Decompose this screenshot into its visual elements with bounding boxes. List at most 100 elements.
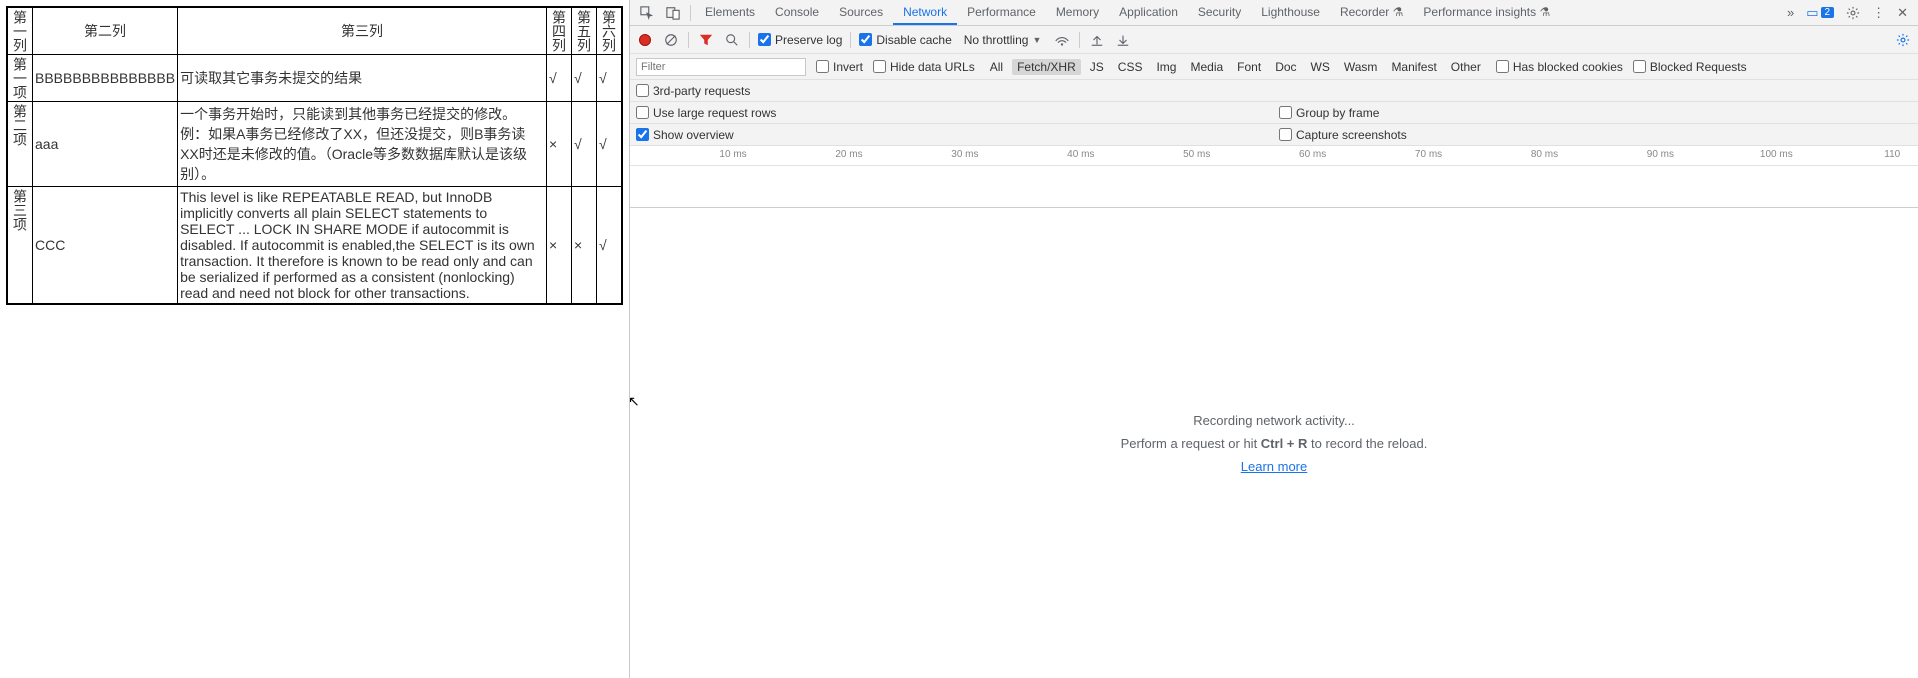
cell: √ xyxy=(572,102,597,187)
col-header-5: 第五列 xyxy=(572,7,597,55)
tick: 80 ms xyxy=(1531,149,1558,160)
tab-lighthouse[interactable]: Lighthouse xyxy=(1251,0,1330,25)
tick: 110 xyxy=(1884,149,1900,160)
pill-ws[interactable]: WS xyxy=(1306,59,1335,75)
network-settings-gear-icon[interactable] xyxy=(1894,31,1912,49)
pill-other[interactable]: Other xyxy=(1446,59,1486,75)
export-har-icon[interactable] xyxy=(1114,31,1132,49)
separator xyxy=(749,32,750,48)
show-overview-checkbox[interactable]: Show overview xyxy=(636,128,734,142)
pill-all[interactable]: All xyxy=(985,59,1008,75)
disable-cache-checkbox[interactable]: Disable cache xyxy=(859,33,951,47)
filter-input[interactable] xyxy=(636,58,806,76)
pill-manifest[interactable]: Manifest xyxy=(1386,59,1441,75)
col-header-6: 第六列 xyxy=(597,7,623,55)
tick: 100 ms xyxy=(1760,149,1793,160)
search-icon[interactable] xyxy=(723,31,741,49)
cell: 一个事务开始时，只能读到其他事务已经提交的修改。 例：如果A事务已经修改了XX，… xyxy=(178,102,547,187)
hide-data-urls-checkbox[interactable]: Hide data URLs xyxy=(873,60,975,74)
filter-bar-secondary: 3rd-party requests xyxy=(630,80,1918,102)
large-rows-checkbox[interactable]: Use large request rows xyxy=(636,106,776,120)
kebab-menu-icon[interactable]: ⋮ xyxy=(1866,0,1891,25)
timeline-ruler: 10 ms 20 ms 30 ms 40 ms 50 ms 60 ms 70 m… xyxy=(630,146,1918,166)
separator xyxy=(1079,32,1080,48)
invert-checkbox[interactable]: Invert xyxy=(816,60,863,74)
third-party-label: 3rd-party requests xyxy=(653,84,750,98)
invert-label: Invert xyxy=(833,60,863,74)
options-row-2: Show overview Capture screenshots xyxy=(630,124,1918,146)
pill-img[interactable]: Img xyxy=(1151,59,1181,75)
tab-application[interactable]: Application xyxy=(1109,0,1188,25)
capture-screenshots-label: Capture screenshots xyxy=(1296,128,1407,142)
blocked-cookies-label: Has blocked cookies xyxy=(1513,60,1623,74)
blocked-requests-checkbox[interactable]: Blocked Requests xyxy=(1633,60,1747,74)
pill-media[interactable]: Media xyxy=(1185,59,1228,75)
cell: 第三项 xyxy=(7,187,33,305)
empty-text: to record the reload. xyxy=(1307,436,1427,451)
cell: This level is like REPEATABLE READ, but … xyxy=(178,187,547,305)
col-header-4: 第四列 xyxy=(547,7,572,55)
table-row: 第二项 aaa 一个事务开始时，只能读到其他事务已经提交的修改。 例：如果A事务… xyxy=(7,102,622,187)
devtools-panel: Elements Console Sources Network Perform… xyxy=(629,0,1918,678)
blocked-requests-label: Blocked Requests xyxy=(1650,60,1747,74)
close-devtools-icon[interactable]: ✕ xyxy=(1891,0,1914,25)
tab-elements[interactable]: Elements xyxy=(695,0,765,25)
pill-js[interactable]: JS xyxy=(1085,59,1109,75)
pill-wasm[interactable]: Wasm xyxy=(1339,59,1383,75)
tab-network[interactable]: Network xyxy=(893,0,957,25)
clear-button[interactable] xyxy=(662,31,680,49)
network-conditions-icon[interactable] xyxy=(1053,31,1071,49)
overview-timeline[interactable]: 10 ms 20 ms 30 ms 40 ms 50 ms 60 ms 70 m… xyxy=(630,146,1918,208)
network-toolbar: Preserve log Disable cache No throttling… xyxy=(630,26,1918,54)
data-table: 第一列 第二列 第三列 第四列 第五列 第六列 第一项 BBBBBBBBBBBB… xyxy=(6,6,623,305)
tab-sources[interactable]: Sources xyxy=(829,0,893,25)
large-rows-label: Use large request rows xyxy=(653,106,776,120)
tick: 60 ms xyxy=(1299,149,1326,160)
more-tabs-icon[interactable]: » xyxy=(1781,0,1800,25)
disable-cache-label: Disable cache xyxy=(876,33,951,47)
chevron-down-icon: ▼ xyxy=(1032,35,1041,45)
type-filter-pills: All Fetch/XHR JS CSS Img Media Font Doc … xyxy=(985,59,1486,75)
cell: CCC xyxy=(33,187,178,305)
filter-toggle-icon[interactable] xyxy=(697,31,715,49)
tick: 40 ms xyxy=(1067,149,1094,160)
table-row: 第一项 BBBBBBBBBBBBBBB 可读取其它事务未提交的结果 √ √ √ xyxy=(7,55,622,102)
shortcut-text: Ctrl + R xyxy=(1261,436,1308,451)
group-by-frame-label: Group by frame xyxy=(1296,106,1379,120)
tab-memory[interactable]: Memory xyxy=(1046,0,1109,25)
pill-fetch-xhr[interactable]: Fetch/XHR xyxy=(1012,59,1081,75)
tab-performance[interactable]: Performance xyxy=(957,0,1046,25)
pill-css[interactable]: CSS xyxy=(1113,59,1148,75)
tab-perf-insights[interactable]: Performance insights ⚗ xyxy=(1413,0,1560,25)
blocked-cookies-checkbox[interactable]: Has blocked cookies xyxy=(1496,60,1623,74)
third-party-checkbox[interactable]: 3rd-party requests xyxy=(636,84,750,98)
device-toolbar-icon[interactable] xyxy=(660,0,686,25)
empty-text: Perform a request or hit xyxy=(1121,436,1261,451)
settings-gear-icon[interactable] xyxy=(1840,0,1866,25)
import-har-icon[interactable] xyxy=(1088,31,1106,49)
pill-font[interactable]: Font xyxy=(1232,59,1266,75)
record-button[interactable] xyxy=(636,31,654,49)
preserve-log-checkbox[interactable]: Preserve log xyxy=(758,33,842,47)
tab-security[interactable]: Security xyxy=(1188,0,1251,25)
cell: aaa xyxy=(33,102,178,187)
tick: 70 ms xyxy=(1415,149,1442,160)
preserve-log-label: Preserve log xyxy=(775,33,842,47)
cell: × xyxy=(572,187,597,305)
capture-screenshots-checkbox[interactable]: Capture screenshots xyxy=(1279,128,1407,142)
cell: 可读取其它事务未提交的结果 xyxy=(178,55,547,102)
learn-more-link[interactable]: Learn more xyxy=(1241,459,1307,474)
tick: 50 ms xyxy=(1183,149,1210,160)
group-by-frame-checkbox[interactable]: Group by frame xyxy=(1279,106,1379,120)
tab-console[interactable]: Console xyxy=(765,0,829,25)
throttling-select[interactable]: No throttling▼ xyxy=(960,33,1046,47)
empty-line2: Perform a request or hit Ctrl + R to rec… xyxy=(1121,436,1428,451)
issues-icon[interactable]: ▭2 xyxy=(1800,0,1840,25)
col-header-1: 第一列 xyxy=(7,7,33,55)
issues-badge: 2 xyxy=(1821,7,1835,18)
tick: 10 ms xyxy=(719,149,746,160)
cell: √ xyxy=(572,55,597,102)
inspect-element-icon[interactable] xyxy=(634,0,660,25)
pill-doc[interactable]: Doc xyxy=(1270,59,1301,75)
tab-recorder[interactable]: Recorder ⚗ xyxy=(1330,0,1413,25)
